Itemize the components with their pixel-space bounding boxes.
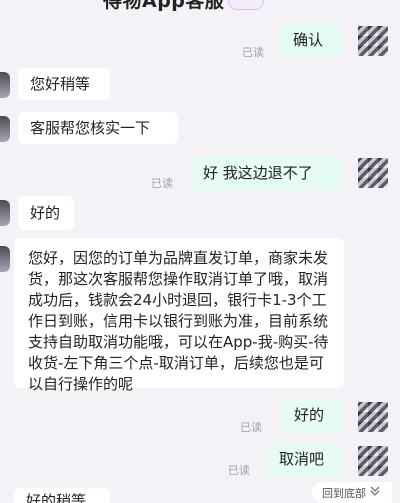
agent-avatar bbox=[0, 246, 10, 272]
message-bubble-user: 好的 bbox=[280, 398, 342, 432]
message-bubble-agent: 您好，因您的订单为品牌直发订单，商家未发货，那这次客服帮您操作取消订单了哦，取消… bbox=[14, 238, 344, 393]
user-avatar bbox=[358, 446, 388, 476]
double-chevron-down-icon bbox=[370, 486, 380, 499]
back-to-bottom-label: 回到底部 bbox=[322, 486, 366, 500]
message-bubble-user: 好 我这边退不了 bbox=[191, 156, 342, 190]
message-bubble-user: 确认 bbox=[279, 24, 341, 56]
user-avatar bbox=[358, 158, 388, 188]
message-bubble-agent: 好的稍等 bbox=[14, 488, 110, 503]
message-bubble-agent: 您好稍等 bbox=[18, 68, 110, 100]
service-badge bbox=[228, 0, 264, 10]
agent-avatar bbox=[0, 116, 10, 142]
back-to-bottom-button[interactable]: 回到底部 bbox=[312, 482, 392, 503]
user-avatar bbox=[358, 402, 388, 432]
read-status: 已读 bbox=[151, 177, 173, 190]
message-bubble-user: 取消吧 bbox=[265, 442, 341, 476]
read-status: 已读 bbox=[240, 421, 262, 434]
read-status: 已读 bbox=[242, 46, 264, 59]
message-bubble-agent: 好的 bbox=[18, 196, 74, 230]
page-title: 得物App客服 bbox=[103, 0, 225, 12]
agent-avatar bbox=[0, 200, 10, 226]
read-status: 已读 bbox=[228, 464, 250, 477]
user-avatar bbox=[358, 26, 388, 56]
message-bubble-agent: 客服帮您核实一下 bbox=[18, 112, 178, 144]
chat-header: 得物App客服 bbox=[0, 0, 400, 14]
agent-avatar bbox=[0, 72, 10, 98]
